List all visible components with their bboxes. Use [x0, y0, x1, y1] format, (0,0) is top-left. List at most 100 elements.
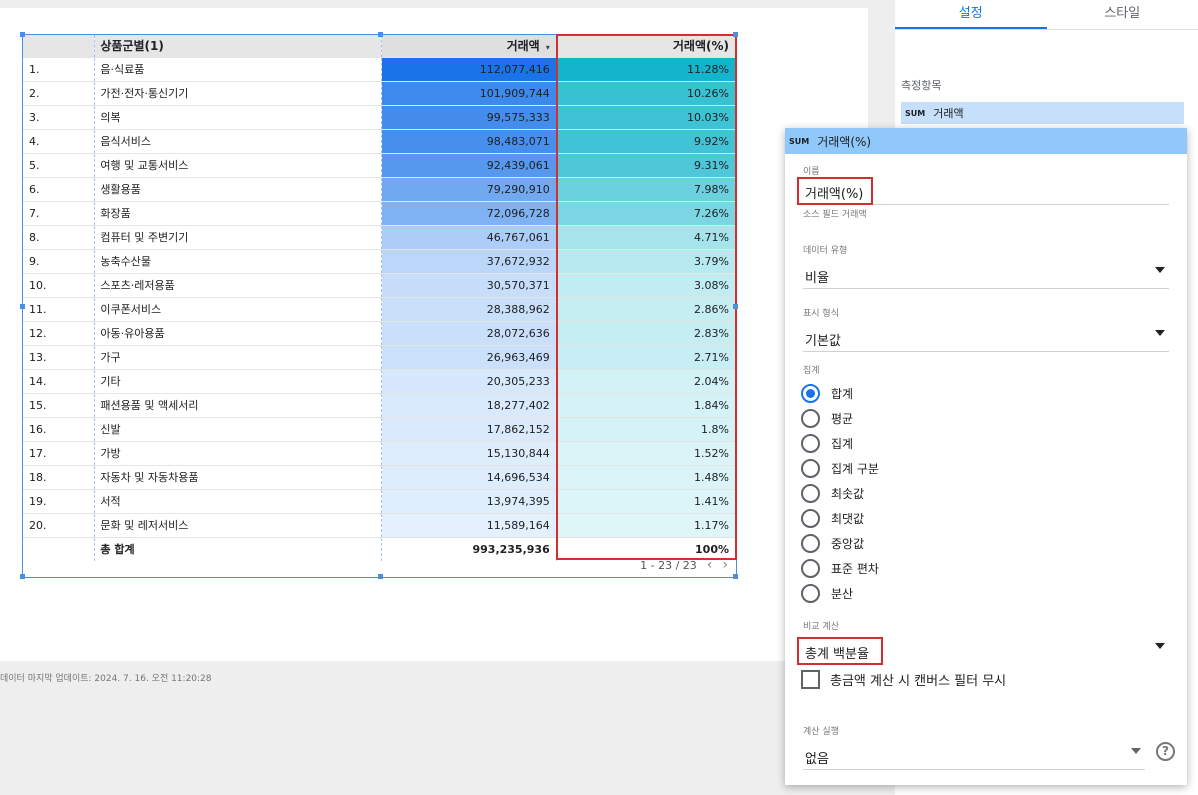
table-row[interactable]: 14. 기타 20,305,233 2.04% — [23, 369, 736, 394]
table-row[interactable]: 6. 생활용품 79,290,910 7.98% — [23, 177, 736, 202]
resize-handle-t[interactable] — [378, 32, 383, 37]
radio-button[interactable] — [801, 583, 820, 603]
aggregation-option[interactable]: 최댓값 — [801, 508, 864, 528]
aggregation-option[interactable]: 평균 — [801, 408, 853, 428]
percent-cell: 2.71% — [556, 345, 736, 370]
percent-cell: 11.28% — [556, 57, 736, 82]
table-row[interactable]: 12. 아동·유아용품 28,072,636 2.83% — [23, 321, 736, 346]
header-percent[interactable]: 거래액(%) — [556, 35, 736, 58]
ignore-filter-checkbox[interactable] — [801, 670, 820, 689]
row-number: 1. — [23, 57, 96, 82]
table-row[interactable]: 5. 여행 및 교통서비스 92,439,061 9.31% — [23, 153, 736, 178]
row-number: 20. — [23, 513, 96, 538]
chevron-down-icon — [1131, 748, 1141, 754]
data-type-value: 비율 — [805, 271, 829, 286]
table-row[interactable]: 4. 음식서비스 98,483,071 9.92% — [23, 129, 736, 154]
tab-setup[interactable]: 설정 — [895, 0, 1047, 29]
aggregation-option[interactable]: 분산 — [801, 583, 853, 603]
row-number: 15. — [23, 393, 96, 418]
table-row[interactable]: 9. 농축수산물 37,672,932 3.79% — [23, 249, 736, 274]
pagination: 1 - 23 / 23 ‹ › — [640, 557, 728, 573]
resize-handle-br[interactable] — [733, 574, 738, 579]
data-type-select[interactable]: 비율 — [803, 263, 1169, 289]
table-row[interactable]: 18. 자동차 및 자동차용품 14,696,534 1.48% — [23, 465, 736, 490]
header-amount[interactable]: 거래액 ▾ — [381, 35, 557, 58]
percent-cell: 7.98% — [556, 177, 736, 202]
radio-button[interactable] — [801, 558, 820, 578]
row-number: 4. — [23, 129, 96, 154]
table-row[interactable]: 19. 서적 13,974,395 1.41% — [23, 489, 736, 514]
radio-button[interactable] — [801, 483, 820, 503]
percent-cell: 1.17% — [556, 513, 736, 538]
resize-handle-l[interactable] — [20, 304, 25, 309]
row-number: 9. — [23, 249, 96, 274]
header-category-label: 상품군별(1) — [100, 39, 164, 54]
table-row[interactable]: 10. 스포츠·레저용품 30,570,371 3.08% — [23, 273, 736, 298]
resize-handle-r[interactable] — [733, 304, 738, 309]
table-row[interactable]: 13. 가구 26,963,469 2.71% — [23, 345, 736, 370]
category-cell: 의복 — [94, 105, 382, 130]
category-cell: 화장품 — [94, 201, 382, 226]
aggregation-option[interactable]: 집계 구분 — [801, 458, 879, 478]
resize-handle-tl[interactable] — [20, 32, 25, 37]
table-row[interactable]: 2. 가전·전자·통신기기 101,909,744 10.26% — [23, 81, 736, 106]
table-row[interactable]: 11. 이쿠폰서비스 28,388,962 2.86% — [23, 297, 736, 322]
total-label: 총 합계 — [94, 537, 382, 561]
format-value: 기본값 — [805, 334, 841, 349]
format-select[interactable]: 기본값 — [803, 326, 1169, 352]
resize-handle-b[interactable] — [378, 574, 383, 579]
help-icon[interactable]: ? — [1156, 742, 1175, 761]
table-row[interactable]: 15. 패션용품 및 액세서리 18,277,402 1.84% — [23, 393, 736, 418]
tab-style[interactable]: 스타일 — [1047, 0, 1198, 29]
percent-cell: 7.26% — [556, 201, 736, 226]
radio-button[interactable] — [801, 433, 820, 453]
sum-badge: SUM — [905, 108, 926, 118]
prev-page-icon[interactable]: ‹ — [707, 557, 713, 573]
table-row[interactable]: 20. 문화 및 레저서비스 11,589,164 1.17% — [23, 513, 736, 538]
category-cell: 스포츠·레저용품 — [94, 273, 382, 298]
aggregation-option[interactable]: 합계 — [801, 383, 853, 403]
percent-cell: 1.48% — [556, 465, 736, 490]
category-cell: 음식서비스 — [94, 129, 382, 154]
radio-button[interactable] — [801, 408, 820, 428]
running-calc-select[interactable]: 없음 — [803, 744, 1145, 770]
name-label: 이름 — [803, 167, 820, 177]
aggregation-option[interactable]: 중앙값 — [801, 533, 864, 553]
radio-button[interactable] — [801, 458, 820, 478]
table-row[interactable]: 7. 화장품 72,096,728 7.26% — [23, 201, 736, 226]
amount-cell: 28,072,636 — [381, 321, 557, 346]
aggregation-option[interactable]: 최솟값 — [801, 483, 864, 503]
percent-cell: 1.8% — [556, 417, 736, 442]
ignore-filter-option[interactable]: 총금액 계산 시 캔버스 필터 무시 — [801, 670, 1006, 689]
ignore-filter-label: 총금액 계산 시 캔버스 필터 무시 — [830, 674, 1007, 689]
category-cell: 자동차 및 자동차용품 — [94, 465, 382, 490]
data-table[interactable]: 상품군별(1) 거래액 ▾ 거래액(%) 1. 음·식료품 112,077,416 11… — [20, 32, 738, 579]
table-row[interactable]: 8. 컴퓨터 및 주변기기 46,767,061 4.71% — [23, 225, 736, 250]
radio-button[interactable] — [801, 383, 820, 403]
next-page-icon[interactable]: › — [722, 557, 728, 573]
metric-chip[interactable]: SUM 거래액 — [901, 102, 1184, 124]
table-row[interactable]: 16. 신발 17,862,152 1.8% — [23, 417, 736, 442]
pagination-range: 1 - 23 / 23 — [640, 558, 697, 572]
amount-cell: 18,277,402 — [381, 393, 557, 418]
category-cell: 가구 — [94, 345, 382, 370]
aggregation-option[interactable]: 집계 — [801, 433, 853, 453]
header-category[interactable]: 상품군별(1) — [94, 35, 382, 58]
percent-cell: 1.84% — [556, 393, 736, 418]
table-row[interactable]: 1. 음·식료품 112,077,416 11.28% — [23, 57, 736, 82]
table-row[interactable]: 17. 가방 15,130,844 1.52% — [23, 441, 736, 466]
metric-editor-popup: SUM 거래액(%) 이름 거래액(%) 소스 필드 거래액 데이터 유형 비율… — [785, 128, 1187, 785]
total-num-cell — [23, 537, 96, 561]
sort-desc-icon[interactable]: ▾ — [546, 43, 550, 52]
resize-handle-bl[interactable] — [20, 574, 25, 579]
radio-button[interactable] — [801, 508, 820, 528]
table-row[interactable]: 3. 의복 99,575,333 10.03% — [23, 105, 736, 130]
amount-cell: 99,575,333 — [381, 105, 557, 130]
resize-handle-tr[interactable] — [733, 32, 738, 37]
amount-cell: 30,570,371 — [381, 273, 557, 298]
row-number: 13. — [23, 345, 96, 370]
aggregation-option[interactable]: 표준 편차 — [801, 558, 879, 578]
radio-button[interactable] — [801, 533, 820, 553]
chevron-down-icon — [1155, 643, 1165, 649]
header-percent-label: 거래액(%) — [672, 39, 729, 54]
